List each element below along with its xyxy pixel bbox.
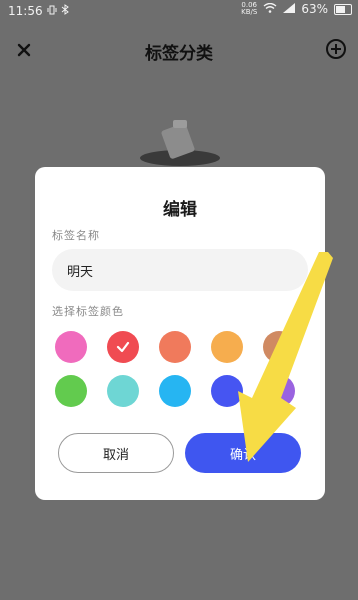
dialog-title: 编辑 bbox=[163, 200, 197, 220]
page-title: 标签分类 bbox=[145, 44, 213, 64]
bluetooth-icon bbox=[61, 4, 69, 18]
color-swatch[interactable] bbox=[107, 375, 139, 407]
tag-color-label: 选择标签颜色 bbox=[52, 305, 124, 318]
tag-name-label: 标签名称 bbox=[52, 229, 100, 242]
add-tag-button[interactable] bbox=[324, 37, 348, 61]
color-swatch[interactable] bbox=[55, 331, 87, 363]
cancel-button[interactable]: 取消 bbox=[58, 433, 174, 473]
battery-icon bbox=[334, 3, 352, 15]
tag-name-input[interactable] bbox=[52, 249, 308, 291]
confirm-button[interactable]: 确认 bbox=[185, 433, 301, 473]
color-swatch[interactable] bbox=[55, 375, 87, 407]
vibrate-icon bbox=[47, 4, 57, 18]
battery-percent: 63% bbox=[301, 2, 328, 16]
check-icon bbox=[116, 341, 130, 353]
color-swatch[interactable] bbox=[159, 331, 191, 363]
color-swatch[interactable] bbox=[263, 331, 295, 363]
color-swatch[interactable] bbox=[107, 331, 139, 363]
color-swatch[interactable] bbox=[159, 375, 191, 407]
app-header: 标签分类 bbox=[0, 34, 358, 66]
edit-tag-dialog: 编辑 标签名称 选择标签颜色 取消 确认 bbox=[35, 167, 325, 500]
color-swatch[interactable] bbox=[263, 375, 295, 407]
status-bar: 11:56 0.06 KB/S 63% bbox=[0, 0, 358, 24]
empty-state-illustration bbox=[135, 118, 225, 168]
wifi-icon bbox=[263, 2, 277, 16]
status-time: 11:56 bbox=[8, 4, 43, 18]
color-swatch[interactable] bbox=[211, 331, 243, 363]
network-speed: 0.06 KB/S bbox=[241, 1, 258, 16]
plus-circle-icon bbox=[326, 39, 346, 59]
color-swatch[interactable] bbox=[211, 375, 243, 407]
signal-icon bbox=[283, 2, 296, 16]
